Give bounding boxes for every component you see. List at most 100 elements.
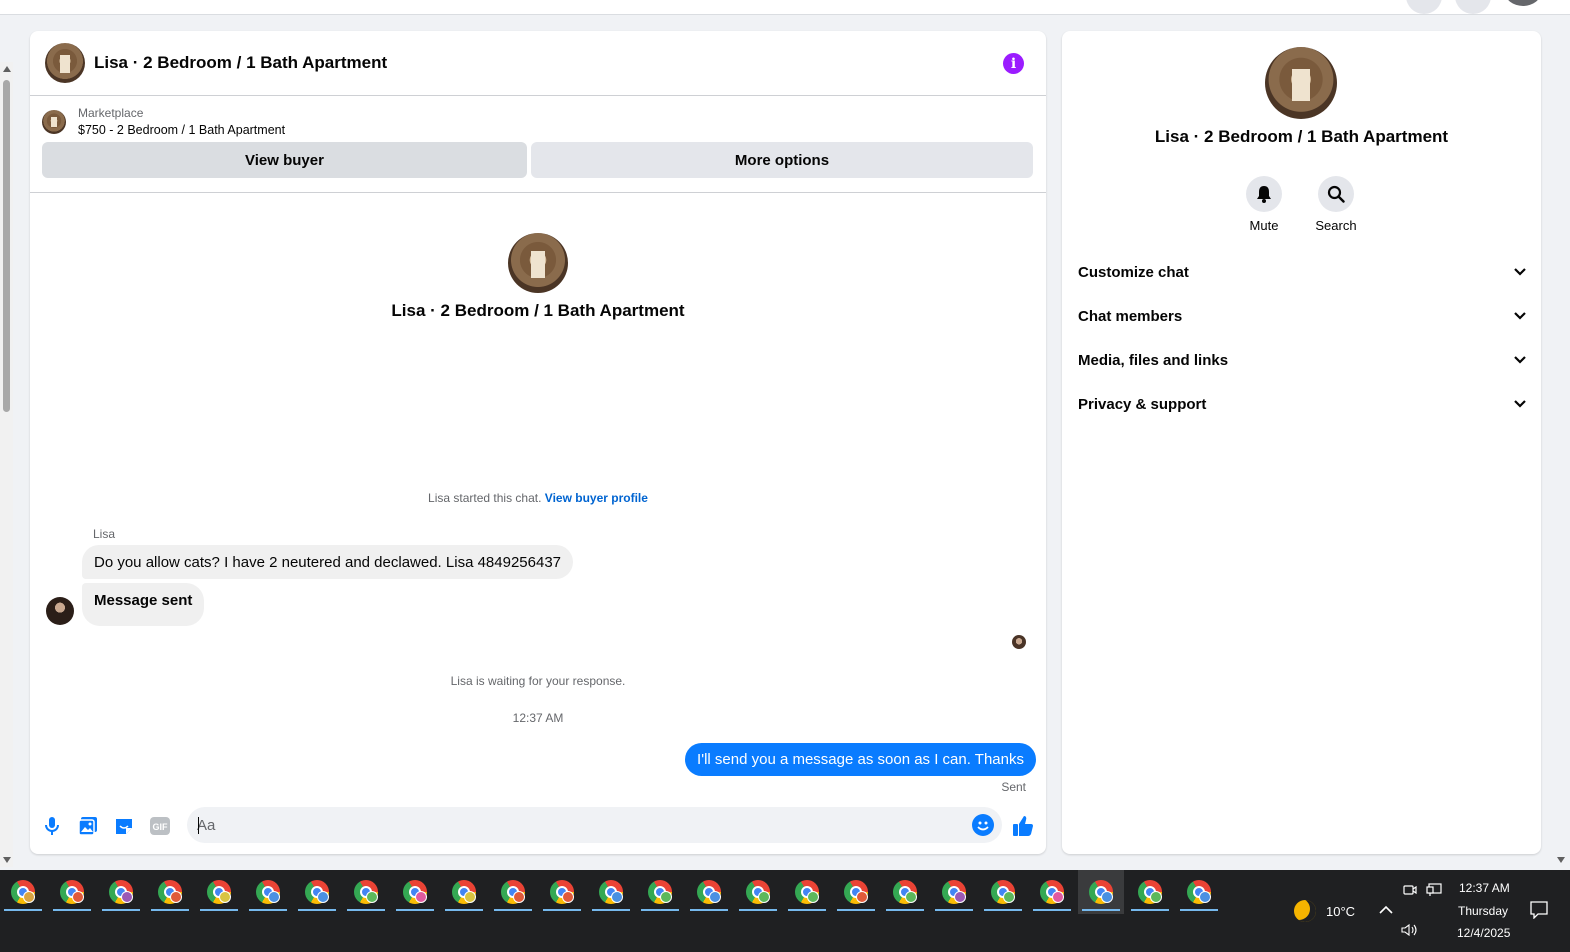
- menu-button[interactable]: [1406, 0, 1442, 14]
- section-label: Customize chat: [1078, 263, 1189, 281]
- bell-icon[interactable]: [1246, 176, 1282, 212]
- more-options-button[interactable]: More options: [531, 142, 1033, 178]
- taskbar-chrome-button[interactable]: [931, 870, 977, 914]
- taskbar-chrome-button[interactable]: [49, 870, 95, 914]
- search-button[interactable]: Search: [1301, 176, 1371, 233]
- incoming-message[interactable]: Message sent: [82, 583, 205, 626]
- message-input[interactable]: [197, 815, 957, 835]
- profile-badge-icon: [611, 891, 623, 903]
- taskbar-chrome-button[interactable]: [392, 870, 438, 914]
- view-buyer-profile-link[interactable]: View buyer profile: [545, 491, 648, 505]
- scroll-up-arrow-icon[interactable]: [3, 66, 11, 72]
- chevron-down-icon[interactable]: [1514, 400, 1526, 408]
- sender-avatar[interactable]: [46, 597, 74, 625]
- taskbar-chrome-button[interactable]: [637, 870, 683, 914]
- taskbar-chrome-button[interactable]: [245, 870, 291, 914]
- taskbar-chrome-button[interactable]: [588, 870, 634, 914]
- search-icon[interactable]: [1318, 176, 1354, 212]
- taskbar-chrome-button[interactable]: [833, 870, 879, 914]
- chat-avatar[interactable]: [45, 43, 85, 83]
- running-indicator: [592, 909, 630, 911]
- chevron-up-icon[interactable]: [1379, 905, 1393, 914]
- running-indicator: [543, 909, 581, 911]
- microphone-icon[interactable]: [41, 815, 63, 837]
- taskbar-chrome-button[interactable]: [441, 870, 487, 914]
- right-scroll-down-arrow-icon[interactable]: [1557, 857, 1565, 863]
- taskbar-chrome-button[interactable]: [343, 870, 389, 914]
- taskbar-chrome-button[interactable]: [882, 870, 928, 914]
- mute-button[interactable]: Mute: [1229, 176, 1299, 233]
- thumbs-up-icon[interactable]: [1012, 815, 1034, 837]
- account-avatar[interactable]: [1505, 0, 1541, 6]
- taskbar-chrome-button[interactable]: [980, 870, 1026, 914]
- gif-icon[interactable]: GIF: [149, 815, 171, 837]
- taskbar-chrome-button[interactable]: [98, 870, 144, 914]
- chat-started-notice: Lisa started this chat. View buyer profi…: [30, 491, 1046, 505]
- taskbar-chrome-button[interactable]: [1029, 870, 1075, 914]
- outgoing-message[interactable]: I'll send you a message as soon as I can…: [685, 743, 1036, 776]
- profile-badge-icon: [268, 891, 280, 903]
- notification-center-icon[interactable]: [1530, 901, 1548, 919]
- taskbar-chrome-button[interactable]: [1127, 870, 1173, 914]
- media-files-links-section[interactable]: Media, files and links: [1078, 340, 1526, 380]
- chevron-down-icon[interactable]: [1514, 268, 1526, 276]
- waiting-notice: Lisa is waiting for your response.: [450, 674, 626, 688]
- taskbar-chrome-button[interactable]: [294, 870, 340, 914]
- chat-members-section[interactable]: Chat members: [1078, 296, 1526, 336]
- taskbar-chrome-button[interactable]: [784, 870, 830, 914]
- text-caret: [198, 817, 199, 834]
- chevron-down-icon[interactable]: [1514, 356, 1526, 364]
- notifications-button[interactable]: [1455, 0, 1491, 14]
- message-input-container[interactable]: [187, 807, 1002, 843]
- chat-title[interactable]: Lisa · 2 Bedroom / 1 Bath Apartment: [94, 53, 387, 73]
- running-indicator: [396, 909, 434, 911]
- scrollbar-thumb[interactable]: [3, 80, 10, 412]
- running-indicator: [200, 909, 238, 911]
- page-scrollbar[interactable]: [0, 62, 13, 867]
- clock-time[interactable]: 12:37 AM: [1459, 881, 1510, 895]
- taskbar-chrome-button[interactable]: [539, 870, 585, 914]
- clock-date[interactable]: 12/4/2025: [1457, 926, 1510, 940]
- thread-avatar: [508, 233, 568, 293]
- taskbar-chrome-button[interactable]: [490, 870, 536, 914]
- profile-avatar[interactable]: [1265, 47, 1337, 119]
- photo-icon[interactable]: [77, 815, 99, 837]
- running-indicator: [641, 909, 679, 911]
- sticker-icon[interactable]: [113, 815, 135, 837]
- clock-day[interactable]: Thursday: [1458, 904, 1508, 918]
- emoji-icon[interactable]: [972, 814, 994, 836]
- moon-weather-icon[interactable]: [1294, 900, 1316, 922]
- volume-icon[interactable]: [1401, 923, 1419, 937]
- section-label: Privacy & support: [1078, 395, 1207, 413]
- chevron-down-icon[interactable]: [1514, 312, 1526, 320]
- info-icon[interactable]: i: [1003, 53, 1024, 74]
- listing-title[interactable]: $750 - 2 Bedroom / 1 Bath Apartment: [78, 123, 285, 137]
- taskbar-chrome-button[interactable]: [196, 870, 242, 914]
- message-composer: GIF: [30, 805, 1046, 849]
- taskbar-chrome-button[interactable]: [1078, 870, 1124, 914]
- taskbar-chrome-button[interactable]: [686, 870, 732, 914]
- chat-header: Lisa · 2 Bedroom / 1 Bath Apartment i: [30, 31, 1046, 96]
- scroll-down-arrow-icon[interactable]: [3, 857, 11, 863]
- network-icon[interactable]: [1426, 883, 1442, 897]
- section-label: Chat members: [1078, 307, 1183, 325]
- running-indicator: [494, 909, 532, 911]
- taskbar-chrome-button[interactable]: [0, 870, 46, 914]
- meet-now-icon[interactable]: [1403, 883, 1417, 897]
- taskbar-chrome-button[interactable]: [1176, 870, 1222, 914]
- incoming-message[interactable]: Do you allow cats? I have 2 neutered and…: [82, 545, 573, 579]
- profile-badge-icon: [513, 891, 525, 903]
- seen-indicator-avatar: [1012, 635, 1026, 649]
- running-indicator: [886, 909, 924, 911]
- taskbar-chrome-button[interactable]: [735, 870, 781, 914]
- chat-panel: Lisa · 2 Bedroom / 1 Bath Apartment i Ma…: [30, 31, 1046, 854]
- privacy-support-section[interactable]: Privacy & support: [1078, 384, 1526, 424]
- taskbar-chrome-button[interactable]: [147, 870, 193, 914]
- profile-badge-icon: [464, 891, 476, 903]
- message-thread[interactable]: Lisa · 2 Bedroom / 1 Bath Apartment Lisa…: [30, 193, 1046, 805]
- view-buyer-button[interactable]: View buyer: [42, 142, 527, 178]
- customize-chat-section[interactable]: Customize chat: [1078, 252, 1526, 292]
- profile-badge-icon: [1003, 891, 1015, 903]
- weather-temperature[interactable]: 10°C: [1326, 904, 1355, 919]
- listing-thumbnail[interactable]: [42, 109, 66, 134]
